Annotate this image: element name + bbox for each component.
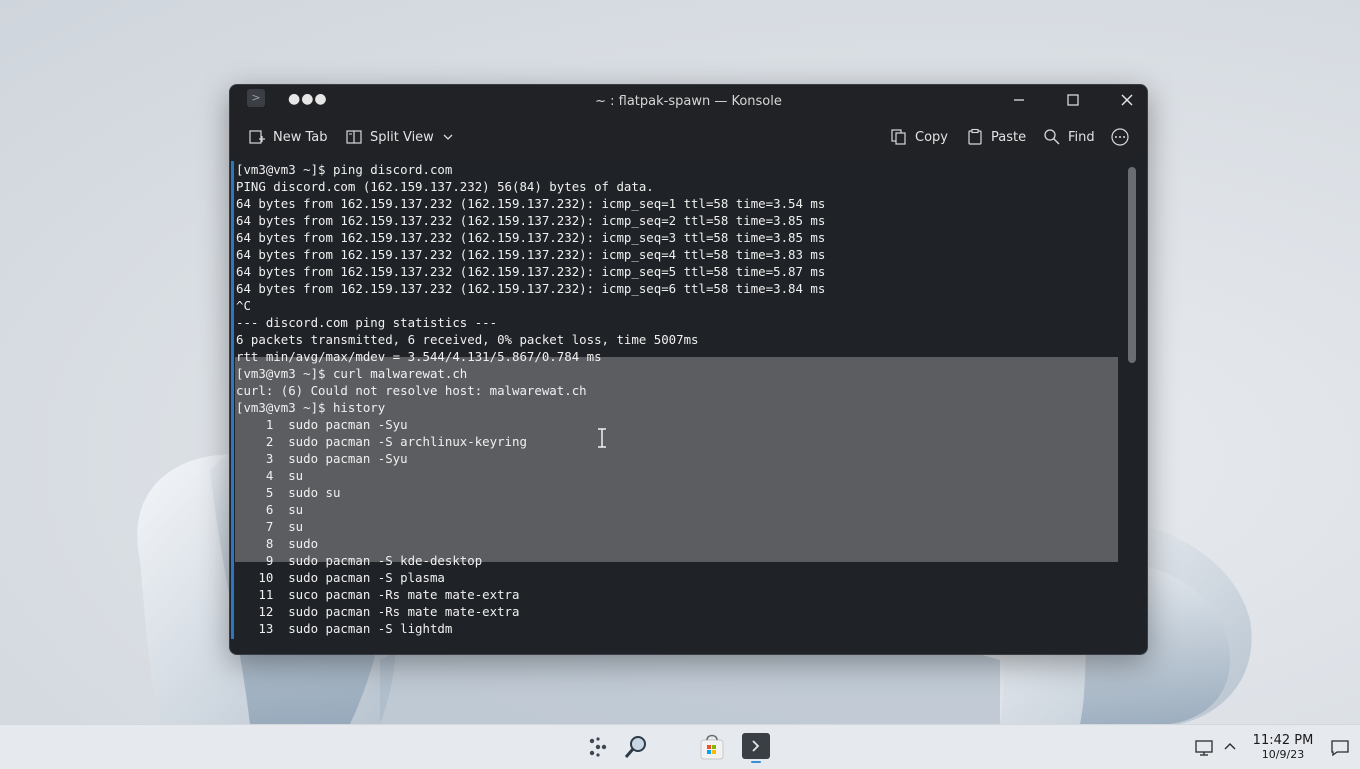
terminal-output[interactable]: [vm3@vm3 ~]$ ping discord.com PING discor…	[230, 161, 1118, 639]
title-bar[interactable]: > ●●● ~ : flatpak-spawn — Konsole	[230, 85, 1147, 117]
terminal-line: [vm3@vm3 ~]$ ping discord.com	[236, 162, 453, 177]
terminal-line: 6 packets transmitted, 6 received, 0% pa…	[236, 332, 699, 347]
clock-time[interactable]: 11:42 PM	[1248, 733, 1318, 748]
new-tab-button[interactable]: New Tab	[248, 123, 328, 151]
terminal-line: 10 sudo pacman -S plasma	[236, 570, 445, 585]
overflow-menu-button[interactable]	[1110, 123, 1130, 151]
new-tab-label: New Tab	[273, 129, 328, 145]
terminal-line: 64 bytes from 162.159.137.232 (162.159.1…	[236, 247, 826, 262]
terminal-line: 12 sudo pacman -Rs mate mate-extra	[236, 604, 520, 619]
paste-icon	[968, 128, 982, 145]
copy-icon	[891, 129, 906, 145]
maximize-icon[interactable]	[1058, 89, 1088, 111]
terminal-line: 7 su	[236, 519, 304, 534]
find-button[interactable]: Find	[1043, 123, 1095, 151]
find-label: Find	[1068, 129, 1095, 145]
terminal-line: 8 sudo	[236, 536, 319, 551]
chevron-up-icon[interactable]	[1222, 739, 1238, 755]
terminal-line: 9 sudo pacman -S kde-desktop	[236, 553, 483, 568]
chevron-down-icon[interactable]	[441, 130, 455, 144]
terminal-line: 6 su	[236, 502, 304, 517]
split-view-button[interactable]: Split View	[345, 123, 455, 151]
more-options-icon	[1111, 128, 1129, 146]
konsole-window: > ●●● ~ : flatpak-spawn — Konsole New Ta…	[229, 84, 1148, 655]
terminal-line: 2 sudo pacman -S archlinux-keyring	[236, 434, 527, 449]
terminal-line: 13 sudo pacman -S lightdm	[236, 621, 453, 636]
terminal-line: 64 bytes from 162.159.137.232 (162.159.1…	[236, 213, 826, 228]
terminal-line: PING discord.com (162.159.137.232) 56(84…	[236, 179, 654, 194]
terminal-line: 3 sudo pacman -Syu	[236, 451, 408, 466]
terminal-line: 64 bytes from 162.159.137.232 (162.159.1…	[236, 264, 826, 279]
terminal-line: 4 su	[236, 468, 304, 483]
terminal-line: curl: (6) Could not resolve host: malwar…	[236, 383, 587, 398]
network-icon[interactable]	[1194, 739, 1214, 757]
minimize-icon[interactable]	[1004, 89, 1034, 111]
search-icon[interactable]	[620, 731, 652, 763]
close-icon[interactable]	[1112, 89, 1142, 111]
terminal-line: 64 bytes from 162.159.137.232 (162.159.1…	[236, 281, 826, 296]
split-view-label: Split View	[370, 129, 434, 145]
split-view-icon	[346, 130, 362, 144]
terminal-line: 11 suco pacman -Rs mate mate-extra	[236, 587, 520, 602]
scrollbar[interactable]	[1128, 167, 1136, 363]
terminal-line: ^C	[236, 298, 251, 313]
terminal-line: 1 sudo pacman -Syu	[236, 417, 408, 432]
terminal-line: rtt min/avg/max/mdev = 3.544/4.131/5.867…	[236, 349, 602, 364]
notification-icon[interactable]	[1330, 739, 1350, 757]
search-icon	[1044, 129, 1060, 145]
paste-label: Paste	[991, 129, 1027, 145]
copy-button[interactable]: Copy	[890, 123, 948, 151]
terminal-line: 64 bytes from 162.159.137.232 (162.159.1…	[236, 196, 826, 211]
copy-label: Copy	[915, 129, 948, 145]
terminal-line: [vm3@vm3 ~]$ curl malwarewat.ch	[236, 366, 468, 381]
new-tab-icon	[249, 130, 265, 144]
taskbar	[0, 724, 1360, 769]
terminal-line: 5 sudo su	[236, 485, 341, 500]
terminal-line: --- discord.com ping statistics ---	[236, 315, 498, 330]
konsole-taskbar-icon[interactable]	[740, 731, 772, 763]
widgets-icon[interactable]	[582, 731, 614, 763]
text-cursor-icon	[598, 428, 606, 448]
terminal-line: [vm3@vm3 ~]$ history	[236, 400, 386, 415]
paste-button[interactable]: Paste	[966, 123, 1026, 151]
store-icon[interactable]	[696, 731, 728, 763]
toolbar: New Tab Split View Copy Paste Find	[230, 117, 1147, 157]
terminal-line: 64 bytes from 162.159.137.232 (162.159.1…	[236, 230, 826, 245]
clock-date[interactable]: 10/9/23	[1248, 748, 1318, 761]
